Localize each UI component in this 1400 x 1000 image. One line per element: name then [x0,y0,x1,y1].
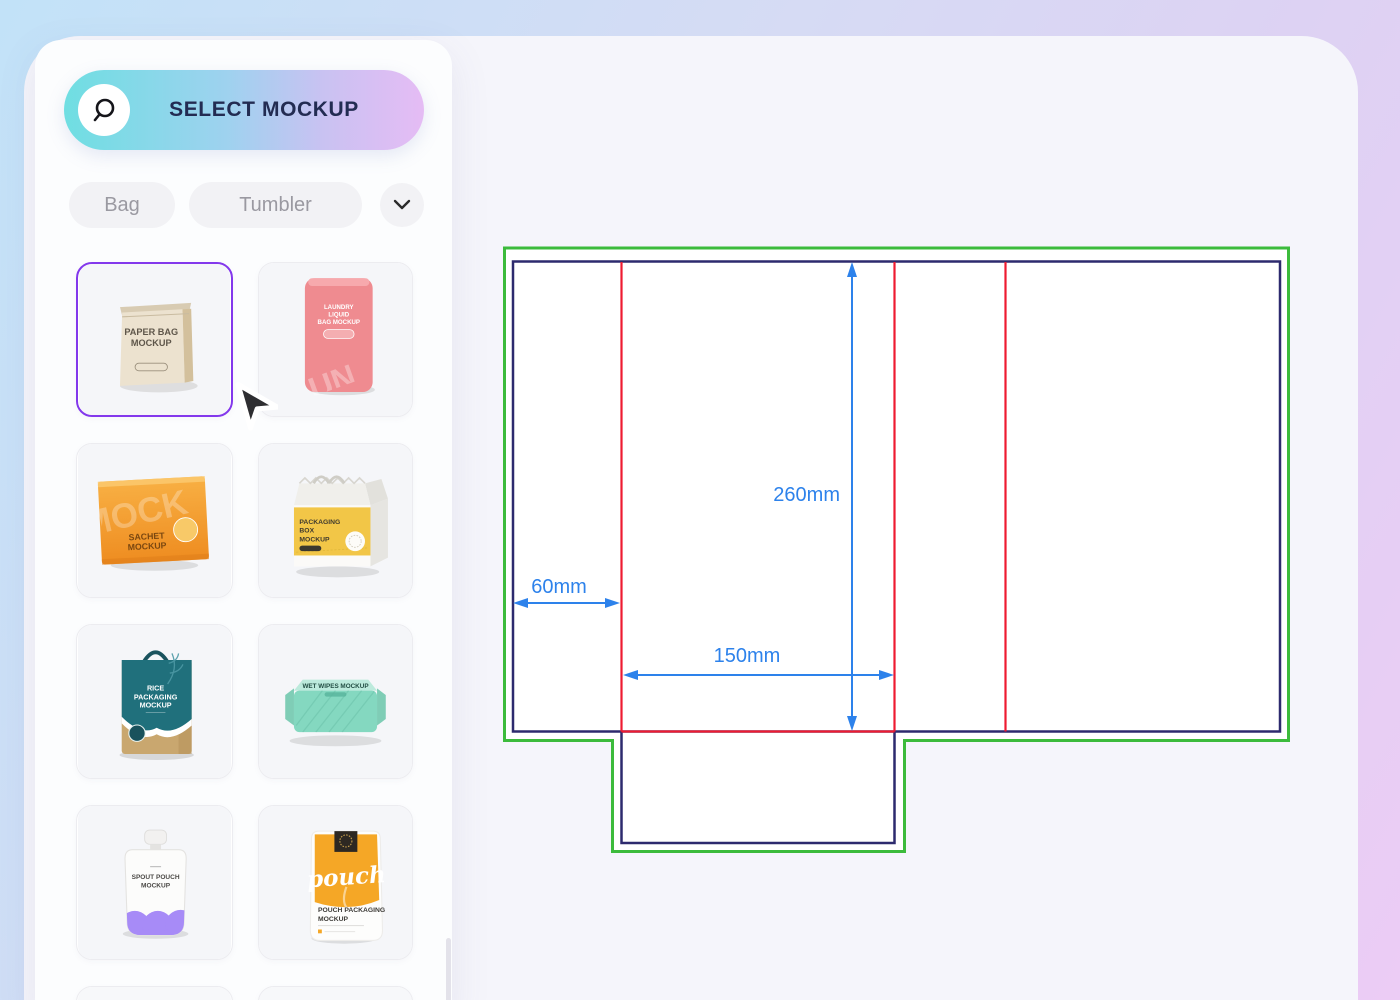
rice-packaging-thumbnail: RICE PACKAGING MOCKUP [77,625,232,778]
mockup-card-laundry-liquid-bag[interactable]: AUN LAUNDRY LIQUID BAG MOCKUP [258,262,413,417]
svg-text:WET WIPES MOCKUP: WET WIPES MOCKUP [302,683,368,690]
select-mockup-header[interactable]: SELECT MOCKUP [64,70,424,150]
svg-text:POUCH PACKAGING: POUCH PACKAGING [318,907,385,914]
mockup-card-rice-packaging[interactable]: RICE PACKAGING MOCKUP [76,624,233,779]
mockup-card-paper-bag[interactable]: PAPER BAG MOCKUP [76,262,233,417]
svg-text:MOCKUP: MOCKUP [140,701,172,710]
filter-chip-bag[interactable]: Bag [69,182,175,228]
sachet-thumbnail: MOCK SACHET MOCKUP [77,444,232,597]
filter-expand-button[interactable] [380,183,424,227]
wet-wipes-thumbnail: WET WIPES MOCKUP [259,625,412,778]
hidden-thumbnail [259,987,412,1000]
laundry-liquid-bag-thumbnail: AUN LAUNDRY LIQUID BAG MOCKUP [259,263,412,416]
search-icon [78,84,130,136]
svg-text:LIQUID: LIQUID [328,312,349,319]
select-mockup-label: SELECT MOCKUP [130,98,424,122]
mockup-card-packaging-box[interactable]: PACKAGING BOX MOCKUP [258,443,413,598]
svg-text:RICE: RICE [147,684,164,693]
mockup-card-spout-pouch[interactable]: SPOUT POUCH MOCKUP [76,805,233,960]
svg-text:SPOUT POUCH: SPOUT POUCH [132,874,180,881]
filter-chips: Bag Tumbler [69,182,424,228]
app: 260mm 60mm 150mm SELECT MOCKUP Bag [0,0,1400,1000]
spout-pouch-thumbnail: SPOUT POUCH MOCKUP [77,806,232,959]
svg-text:MOCKUP: MOCKUP [127,540,166,552]
mockup-grid: PAPER BAG MOCKUP AUN LAUNDRY LIQUID BAG … [76,262,413,1000]
mockup-card-hidden-left[interactable] [76,986,233,1000]
mockup-sidebar: SELECT MOCKUP Bag Tumbler [35,40,452,1000]
packaging-box-thumbnail: PACKAGING BOX MOCKUP [259,444,412,597]
svg-text:BAG MOCKUP: BAG MOCKUP [318,319,360,326]
mockup-card-hidden-right[interactable] [258,986,413,1000]
mockup-card-pouch-packaging[interactable]: pouch POUCH PACKAGING MOCKUP [258,805,413,960]
svg-text:PAPER BAG: PAPER BAG [124,327,178,337]
svg-text:PACKAGING: PACKAGING [299,519,340,526]
filter-chip-tumbler[interactable]: Tumbler [189,182,362,228]
svg-text:MOCKUP: MOCKUP [131,338,172,348]
mockup-card-sachet[interactable]: MOCK SACHET MOCKUP [76,443,233,598]
pouch-packaging-thumbnail: pouch POUCH PACKAGING MOCKUP [259,806,412,959]
svg-text:MOCKUP: MOCKUP [318,916,349,923]
svg-text:BOX: BOX [299,528,314,535]
mockup-card-wet-wipes[interactable]: WET WIPES MOCKUP [258,624,413,779]
hidden-thumbnail [77,987,232,1000]
svg-text:LAUNDRY: LAUNDRY [324,304,354,311]
chevron-down-icon [393,199,411,211]
paper-bag-thumbnail: PAPER BAG MOCKUP [78,264,231,415]
svg-text:MOCKUP: MOCKUP [141,882,171,889]
svg-text:MOCKUP: MOCKUP [299,536,330,543]
sidebar-scrollbar[interactable] [446,938,451,1000]
